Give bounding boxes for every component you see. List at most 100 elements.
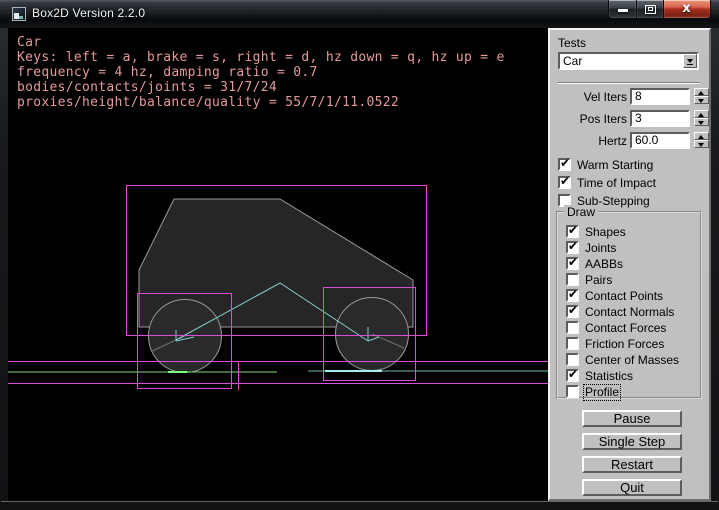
caption-buttons: x: [608, 0, 711, 19]
quit-button[interactable]: Quit: [582, 479, 682, 496]
minimize-button[interactable]: [608, 0, 637, 19]
checkbox-aabbs[interactable]: ✔: [566, 257, 579, 270]
spinner-buttons: [694, 88, 709, 104]
simulation-viewport[interactable]: CarKeys: left = a, brake = s, right = d,…: [8, 28, 548, 501]
pause-button[interactable]: Pause: [582, 410, 682, 427]
spinner-down-button[interactable]: [694, 96, 709, 104]
checkbox-label[interactable]: AABBs: [585, 258, 623, 271]
checkbox-time-of-impact[interactable]: ✔: [558, 176, 571, 189]
spinner-up-button[interactable]: [694, 110, 709, 118]
checkbox-label[interactable]: Shapes: [585, 226, 626, 239]
checkbox-label[interactable]: Profile: [585, 386, 619, 399]
checkbox-row-profile: Profile: [566, 385, 679, 398]
checkbox-profile[interactable]: [566, 385, 579, 398]
sim-checkboxes: ✔Warm Starting✔Time of ImpactSub-Steppin…: [558, 158, 656, 212]
checkbox-warm-starting[interactable]: ✔: [558, 158, 571, 171]
checkbox-row-statistics: ✔ Statistics: [566, 369, 679, 382]
checkbox-contact-normals[interactable]: ✔: [566, 305, 579, 318]
check-mark-icon: ✔: [560, 174, 570, 188]
tests-label: Tests: [558, 36, 586, 50]
dropdown-arrow-button[interactable]: [683, 54, 697, 68]
spinner-row-vel-iters: Vel Iters8: [550, 89, 713, 103]
checkbox-pairs[interactable]: [566, 273, 579, 286]
checkbox-label[interactable]: Contact Points: [585, 290, 663, 303]
maximize-button[interactable]: [637, 0, 664, 19]
app-icon: [12, 7, 26, 21]
window-title: Box2D Version 2.2.0: [32, 0, 145, 28]
tests-dropdown[interactable]: Car: [558, 52, 699, 70]
spinner-label: Hertz: [550, 134, 627, 148]
close-button[interactable]: x: [664, 0, 711, 19]
spinner-down-button[interactable]: [694, 140, 709, 148]
app-window: Box2D Version 2.2.0 x: [0, 0, 719, 510]
separator: [558, 82, 700, 84]
checkbox-label[interactable]: Contact Normals: [585, 306, 674, 319]
checkbox-label[interactable]: Pairs: [585, 274, 612, 287]
check-mark-icon: ✔: [568, 239, 578, 253]
stats-text: CarKeys: left = a, brake = s, right = d,…: [17, 35, 505, 110]
stats-line: frequency = 4 hz, damping ratio = 0.7: [17, 65, 505, 80]
checkbox-row-joints: ✔ Joints: [566, 241, 679, 254]
triangle-up-icon: [698, 91, 704, 95]
draw-items: ✔ Shapes ✔ Joints ✔ AABBs Pairs ✔ Contact Points…: [566, 225, 679, 401]
check-mark-icon: ✔: [568, 255, 578, 269]
spinner-down-button[interactable]: [694, 118, 709, 126]
checkbox-row-contact-points: ✔ Contact Points: [566, 289, 679, 302]
check-mark-icon: ✔: [568, 287, 578, 301]
spinner-buttons: [694, 132, 709, 148]
check-mark-icon: ✔: [568, 303, 578, 317]
spinner-group: Vel Iters8Pos Iters3Hertz60.0: [550, 89, 713, 155]
action-buttons: Pause Single Step Restart Quit: [582, 410, 682, 502]
minimize-icon: [618, 9, 628, 12]
checkbox-row-shapes: ✔ Shapes: [566, 225, 679, 238]
hertz-field[interactable]: 60.0: [630, 132, 690, 149]
restart-button[interactable]: Restart: [582, 456, 682, 473]
window-border-highlight: [1, 501, 718, 502]
check-mark-icon: ✔: [568, 223, 578, 237]
single-step-button[interactable]: Single Step: [582, 433, 682, 450]
checkbox-row-time-of-impact: ✔ Time of Impact: [558, 176, 656, 189]
spinner-label: Vel Iters: [550, 90, 627, 104]
title-bar[interactable]: Box2D Version 2.2.0 x: [0, 0, 719, 28]
stats-line: bodies/contacts/joints = 31/7/24: [17, 80, 505, 95]
chevron-underline: [687, 64, 693, 65]
tests-dropdown-value: Car: [563, 54, 582, 68]
triangle-down-icon: [698, 99, 704, 103]
checkbox-contact-points[interactable]: ✔: [566, 289, 579, 302]
checkbox-center-of-masses[interactable]: [566, 353, 579, 366]
draw-group: Draw ✔Shapes✔Joints✔AABBsPairs✔Contact P…: [556, 211, 702, 399]
spinner-label: Pos Iters: [550, 112, 627, 126]
checkbox-row-friction-forces: Friction Forces: [566, 337, 679, 350]
checkbox-row-warm-starting: ✔ Warm Starting: [558, 158, 656, 171]
spinner-buttons: [694, 110, 709, 126]
checkbox-label[interactable]: Time of Impact: [577, 177, 656, 190]
triangle-down-icon: [698, 121, 704, 125]
checkbox-shapes[interactable]: ✔: [566, 225, 579, 238]
spinner-row-pos-iters: Pos Iters3: [550, 111, 713, 125]
checkbox-contact-forces[interactable]: [566, 321, 579, 334]
checkbox-label[interactable]: Warm Starting: [577, 159, 653, 172]
check-mark-icon: ✔: [568, 367, 578, 381]
checkbox-label[interactable]: Friction Forces: [585, 338, 664, 351]
checkbox-label[interactable]: Statistics: [585, 370, 633, 383]
spinner-up-button[interactable]: [694, 132, 709, 140]
checkbox-row-center-of-masses: Center of Masses: [566, 353, 679, 366]
pos-iters-field[interactable]: 3: [630, 110, 690, 127]
stats-line: Car: [17, 35, 505, 50]
draw-group-title: Draw: [564, 205, 598, 219]
checkbox-statistics[interactable]: ✔: [566, 369, 579, 382]
checkbox-row-contact-normals: ✔ Contact Normals: [566, 305, 679, 318]
spinner-row-hertz: Hertz60.0: [550, 133, 713, 147]
check-mark-icon: ✔: [560, 156, 570, 170]
vel-iters-field[interactable]: 8: [630, 88, 690, 105]
control-panel: Tests Car Vel Iters8Pos Iters3Hertz60.0 …: [548, 28, 711, 501]
close-icon: x: [664, 1, 709, 16]
stats-line: Keys: left = a, brake = s, right = d, hz…: [17, 50, 505, 65]
checkbox-row-aabbs: ✔ AABBs: [566, 257, 679, 270]
checkbox-label[interactable]: Center of Masses: [585, 354, 679, 367]
spinner-up-button[interactable]: [694, 88, 709, 96]
checkbox-friction-forces[interactable]: [566, 337, 579, 350]
checkbox-label[interactable]: Joints: [585, 242, 616, 255]
checkbox-joints[interactable]: ✔: [566, 241, 579, 254]
checkbox-label[interactable]: Contact Forces: [585, 322, 666, 335]
